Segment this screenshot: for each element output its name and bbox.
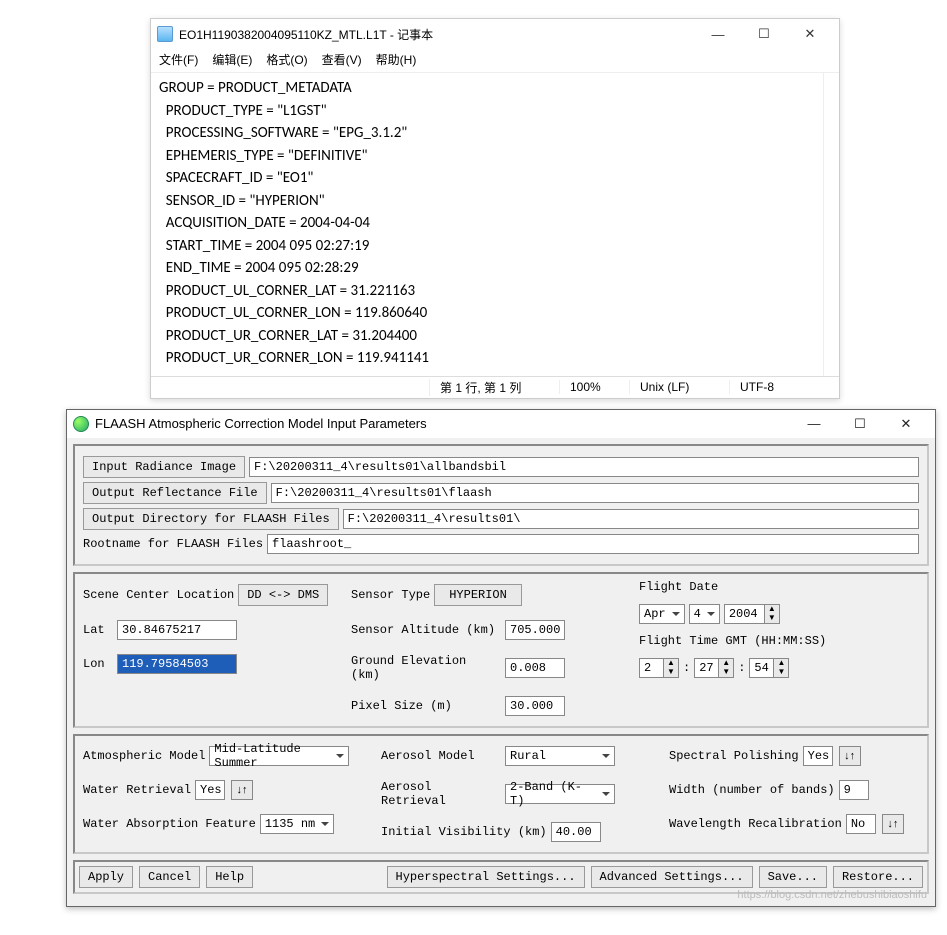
ground-elevation-label: Ground Elevation (km) xyxy=(351,654,501,682)
maximize-icon[interactable]: ☐ xyxy=(741,20,787,48)
advanced-settings-button[interactable]: Advanced Settings... xyxy=(591,866,753,888)
flaash-window: FLAASH Atmospheric Correction Model Inpu… xyxy=(66,409,936,907)
ground-elevation-input[interactable]: 0.008 xyxy=(505,658,565,678)
flight-date-label: Flight Date xyxy=(639,580,919,594)
flaash-icon xyxy=(73,416,89,432)
rootname-field[interactable]: flaashroot_ xyxy=(267,534,919,554)
flaash-titlebar: FLAASH Atmospheric Correction Model Inpu… xyxy=(67,410,935,438)
water-absorption-label: Water Absorption Feature xyxy=(83,817,256,831)
lon-label: Lon xyxy=(83,657,113,671)
atmospheric-model-label: Atmospheric Model xyxy=(83,749,205,763)
atmospheric-model-select[interactable]: Mid-Latitude Summer xyxy=(209,746,349,766)
dd-dms-button[interactable]: DD <-> DMS xyxy=(238,584,328,606)
notepad-title: EO1H1190382004095110KZ_MTL.L1T - 记事本 xyxy=(179,26,695,43)
aerosol-model-label: Aerosol Model xyxy=(381,749,501,763)
lon-input[interactable]: 119.79584503 xyxy=(117,654,237,674)
hyperspectral-settings-button[interactable]: Hyperspectral Settings... xyxy=(387,866,585,888)
width-bands-label: Width (number of bands) xyxy=(669,783,835,797)
notepad-statusbar: 第 1 行, 第 1 列 100% Unix (LF) UTF-8 xyxy=(151,376,839,398)
status-position: 第 1 行, 第 1 列 xyxy=(429,379,559,396)
output-directory-button[interactable]: Output Directory for FLAASH Files xyxy=(83,508,339,530)
wavelength-recal-toggle[interactable]: ↓↑ xyxy=(882,814,904,834)
lat-label: Lat xyxy=(83,623,113,637)
menu-file[interactable]: 文件(F) xyxy=(159,51,198,68)
status-encoding: UTF-8 xyxy=(729,380,839,394)
scene-sensor-panel: Scene Center Location DD <-> DMS Lat 30.… xyxy=(73,572,929,728)
water-retrieval-value[interactable]: Yes xyxy=(195,780,225,800)
help-button[interactable]: Help xyxy=(206,866,253,888)
output-directory-field[interactable]: F:\20200311_4\results01\ xyxy=(343,509,919,529)
lat-input[interactable]: 30.84675217 xyxy=(117,620,237,640)
output-reflectance-button[interactable]: Output Reflectance File xyxy=(83,482,267,504)
flight-day-select[interactable]: 4 xyxy=(689,604,720,624)
flight-year-spinner[interactable]: 2004▲▼ xyxy=(724,604,780,624)
output-reflectance-field[interactable]: F:\20200311_4\results01\flaash xyxy=(271,483,919,503)
status-eol: Unix (LF) xyxy=(629,380,729,394)
atmospheric-panel: Atmospheric Model Mid-Latitude Summer Wa… xyxy=(73,734,929,854)
scene-center-label: Scene Center Location xyxy=(83,588,234,602)
aerosol-model-select[interactable]: Rural xyxy=(505,746,615,766)
notepad-icon xyxy=(157,26,173,42)
rootname-label: Rootname for FLAASH Files xyxy=(83,537,263,551)
apply-button[interactable]: Apply xyxy=(79,866,133,888)
initial-visibility-label: Initial Visibility (km) xyxy=(381,825,547,839)
aerosol-retrieval-label: Aerosol Retrieval xyxy=(381,780,501,808)
wavelength-recal-label: Wavelength Recalibration xyxy=(669,817,842,831)
save-button[interactable]: Save... xyxy=(759,866,827,888)
spectral-polishing-toggle[interactable]: ↓↑ xyxy=(839,746,861,766)
sensor-type-label: Sensor Type xyxy=(351,588,430,602)
flight-month-select[interactable]: Apr xyxy=(639,604,685,624)
pixel-size-input[interactable]: 30.000 xyxy=(505,696,565,716)
files-panel: Input Radiance Image F:\20200311_4\resul… xyxy=(73,444,929,566)
sensor-type-button[interactable]: HYPERION xyxy=(434,584,522,606)
wavelength-recal-value[interactable]: No xyxy=(846,814,876,834)
flight-time-label: Flight Time GMT (HH:MM:SS) xyxy=(639,634,919,648)
close-icon[interactable]: ✕ xyxy=(787,20,833,48)
actions-panel: Apply Cancel Help Hyperspectral Settings… xyxy=(73,860,929,894)
close-icon[interactable]: ✕ xyxy=(883,411,929,437)
scrollbar[interactable] xyxy=(823,73,839,376)
minimize-icon[interactable]: — xyxy=(695,20,741,48)
spectral-polishing-label: Spectral Polishing xyxy=(669,749,799,763)
notepad-text-area[interactable]: GROUP = PRODUCT_METADATA PRODUCT_TYPE = … xyxy=(151,73,823,376)
flight-mm-spinner[interactable]: 27▲▼ xyxy=(694,658,734,678)
flight-ss-spinner[interactable]: 54▲▼ xyxy=(749,658,789,678)
aerosol-retrieval-select[interactable]: 2-Band (K-T) xyxy=(505,784,615,804)
spectral-polishing-value[interactable]: Yes xyxy=(803,746,833,766)
input-radiance-field[interactable]: F:\20200311_4\results01\allbandsbil xyxy=(249,457,919,477)
notepad-titlebar: EO1H1190382004095110KZ_MTL.L1T - 记事本 — ☐… xyxy=(151,19,839,49)
water-retrieval-toggle[interactable]: ↓↑ xyxy=(231,780,253,800)
width-bands-input[interactable]: 9 xyxy=(839,780,869,800)
flaash-title: FLAASH Atmospheric Correction Model Inpu… xyxy=(95,416,791,431)
maximize-icon[interactable]: ☐ xyxy=(837,411,883,437)
menu-edit[interactable]: 编辑(E) xyxy=(212,51,252,68)
input-radiance-button[interactable]: Input Radiance Image xyxy=(83,456,245,478)
menu-help[interactable]: 帮助(H) xyxy=(376,51,417,68)
notepad-window: EO1H1190382004095110KZ_MTL.L1T - 记事本 — ☐… xyxy=(150,18,840,399)
status-zoom: 100% xyxy=(559,380,629,394)
menu-format[interactable]: 格式(O) xyxy=(266,51,307,68)
sensor-altitude-label: Sensor Altitude (km) xyxy=(351,623,501,637)
menu-view[interactable]: 查看(V) xyxy=(322,51,362,68)
sensor-altitude-input[interactable]: 705.000 xyxy=(505,620,565,640)
notepad-menu: 文件(F) 编辑(E) 格式(O) 查看(V) 帮助(H) xyxy=(151,49,839,73)
water-retrieval-label: Water Retrieval xyxy=(83,783,191,797)
water-absorption-select[interactable]: 1135 nm xyxy=(260,814,334,834)
flight-hh-spinner[interactable]: 2▲▼ xyxy=(639,658,679,678)
restore-button[interactable]: Restore... xyxy=(833,866,923,888)
cancel-button[interactable]: Cancel xyxy=(139,866,200,888)
pixel-size-label: Pixel Size (m) xyxy=(351,699,501,713)
minimize-icon[interactable]: — xyxy=(791,411,837,437)
initial-visibility-input[interactable]: 40.00 xyxy=(551,822,601,842)
